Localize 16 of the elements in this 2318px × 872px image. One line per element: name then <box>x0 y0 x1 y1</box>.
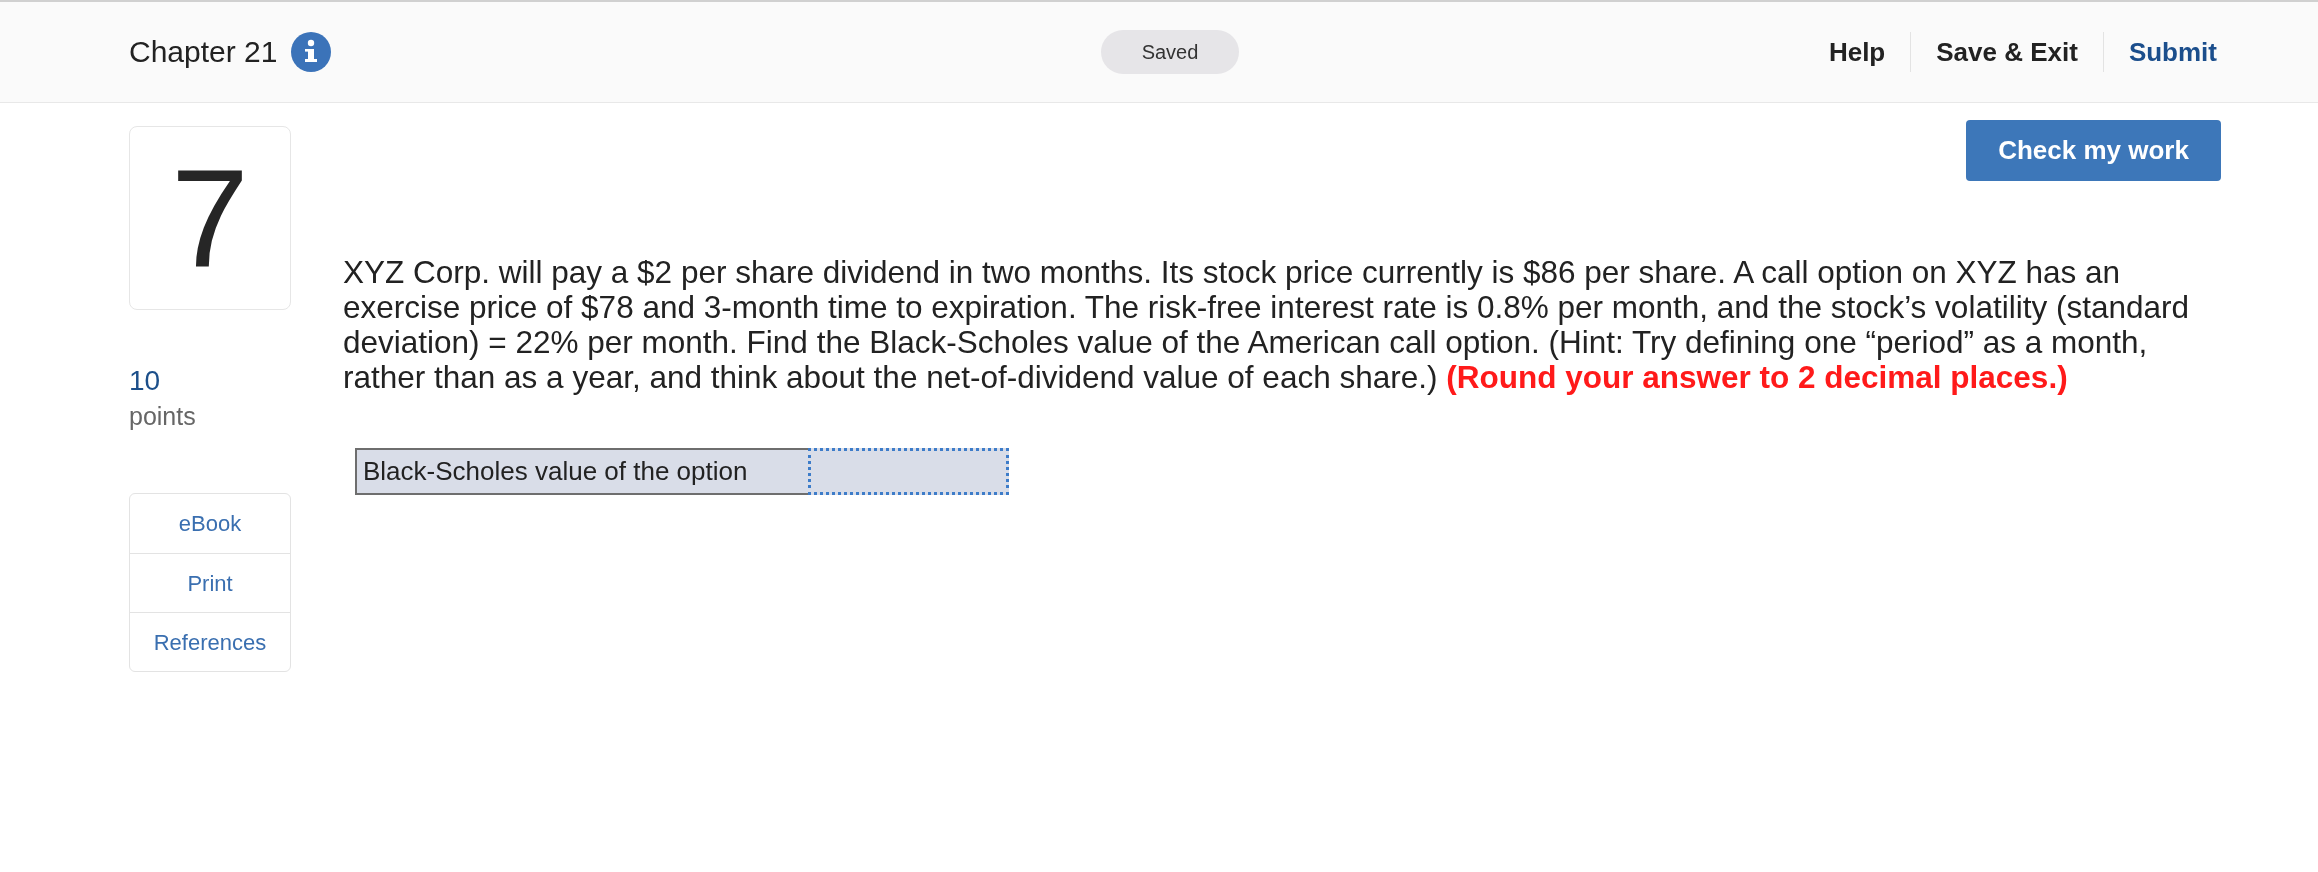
nav-link[interactable]: Help <box>1828 39 1886 65</box>
points-value: 10 <box>129 367 161 395</box>
answer-field[interactable] <box>808 448 1009 495</box>
check-my-work-button[interactable]: Check my work <box>1966 120 2221 181</box>
tool-link[interactable]: Print <box>130 553 290 612</box>
tool-link[interactable]: eBook <box>130 494 290 553</box>
points-label: points <box>129 404 196 429</box>
nav-link[interactable]: Submit <box>2128 39 2217 65</box>
answer-label: Black-Scholes value of the option <box>355 448 808 495</box>
info-icon[interactable] <box>291 32 332 72</box>
question-text: XYZ Corp. will pay a $2 per share dividend in two months. Its stock price currently is $86 per share. A call option on XYZ has an exercise price of $78 and 3-month time to expiration. The risk-free interest rate is 0.8% per month, and the stock’s volatility (standard deviation) = 22% per month. Find the Black-Scholes value of the American call option. (Hint: Try defining one “period” as a month, rather than as a year, and think about the net-of-dividend value of each share.) (Round your answer to 2 decimal places.) <box>343 255 2190 395</box>
nav-link[interactable]: Save & Exit <box>1936 39 2078 65</box>
saved-status: Saved <box>1101 30 1239 74</box>
question-number: 7 <box>129 126 291 310</box>
tool-link[interactable]: References <box>130 612 290 671</box>
chapter-title: Chapter 21 <box>129 37 278 67</box>
